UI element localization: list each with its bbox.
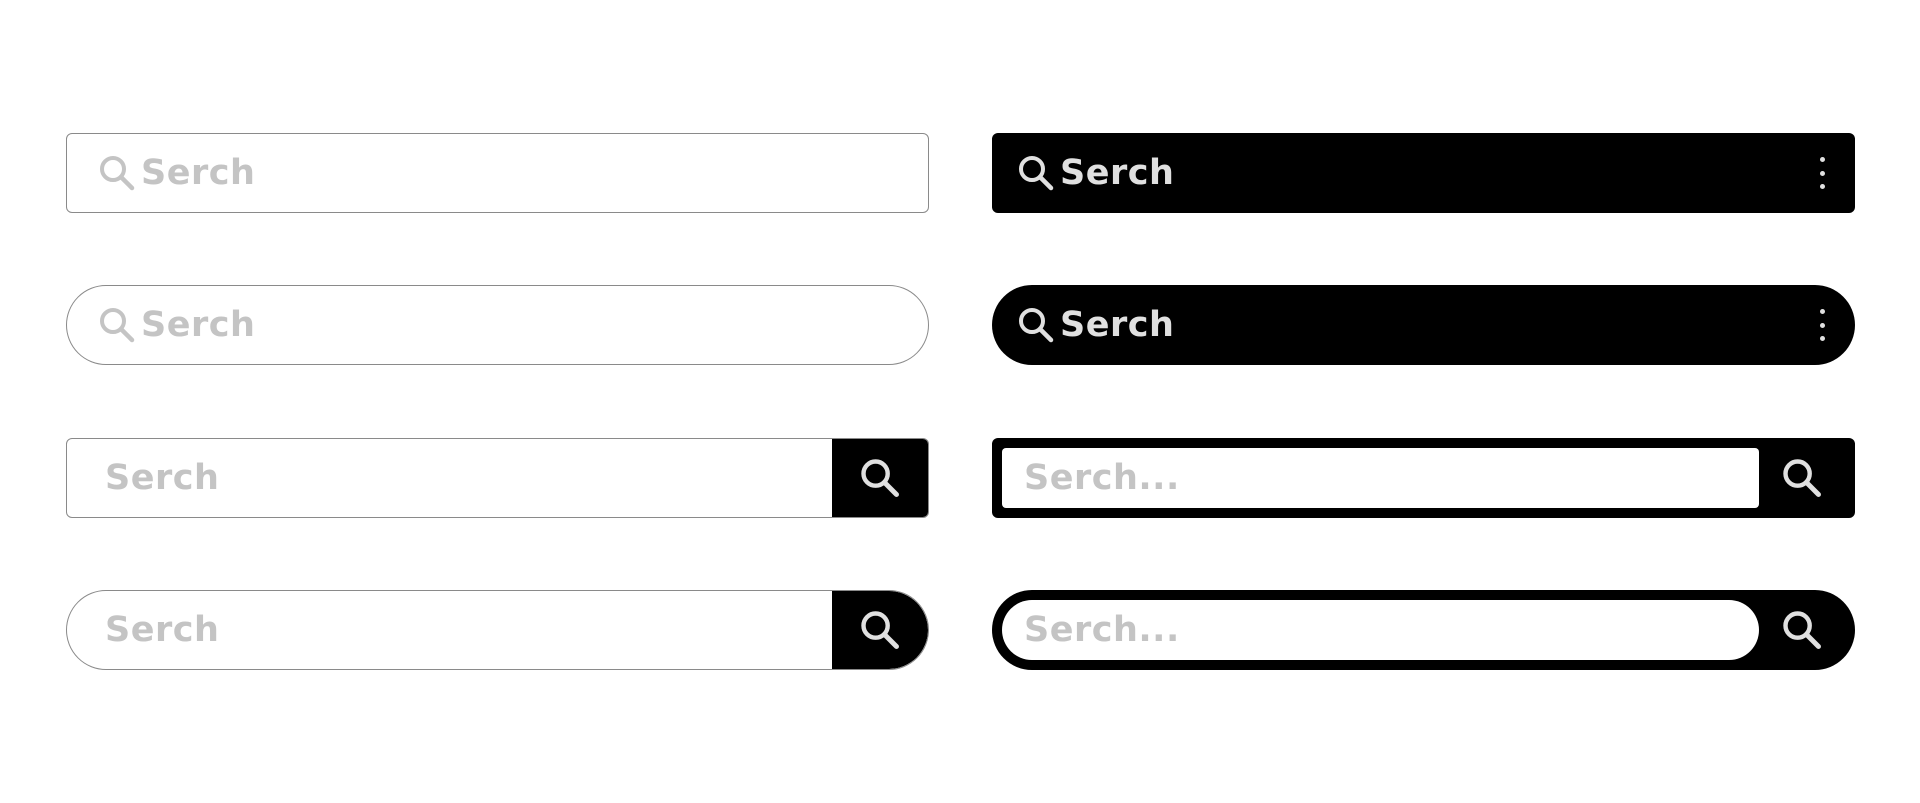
- search-placeholder: Serch: [105, 610, 220, 650]
- search-icon: [1783, 611, 1821, 649]
- search-icon: [1019, 156, 1054, 191]
- search-input[interactable]: Serch...: [1002, 448, 1759, 508]
- search-icon: [100, 156, 135, 191]
- search-input[interactable]: Serch: [67, 591, 832, 669]
- search-bar-collection: Serch Serch Serch Serch Serch Serch Serc…: [0, 0, 1920, 803]
- search-icon: [1019, 308, 1054, 343]
- search-icon: [861, 459, 899, 497]
- search-icon: [100, 308, 135, 343]
- search-placeholder: Serch: [1060, 305, 1175, 345]
- search-bar-outline-square-with-button: Serch: [66, 438, 929, 518]
- search-placeholder: Serch: [141, 305, 256, 345]
- kebab-menu-icon[interactable]: [1817, 153, 1827, 193]
- search-bar-outline-pill[interactable]: Serch: [66, 285, 929, 365]
- search-placeholder: Serch: [105, 458, 220, 498]
- search-bar-framed-square: Serch...: [992, 438, 1855, 518]
- search-placeholder: Serch: [1060, 153, 1175, 193]
- search-input[interactable]: Serch...: [1002, 600, 1759, 660]
- search-bar-framed-pill: Serch...: [992, 590, 1855, 670]
- search-button[interactable]: [832, 439, 928, 517]
- search-button[interactable]: [1759, 600, 1845, 660]
- search-bar-dark-pill[interactable]: Serch: [992, 285, 1855, 365]
- search-icon: [861, 611, 899, 649]
- search-bar-outline-pill-with-button: Serch: [66, 590, 929, 670]
- search-input[interactable]: Serch: [67, 439, 832, 517]
- search-button[interactable]: [832, 591, 928, 669]
- search-placeholder: Serch...: [1024, 458, 1180, 498]
- search-bar-dark-square[interactable]: Serch: [992, 133, 1855, 213]
- search-button[interactable]: [1759, 448, 1845, 508]
- search-placeholder: Serch: [141, 153, 256, 193]
- search-icon: [1783, 459, 1821, 497]
- kebab-menu-icon[interactable]: [1817, 305, 1827, 345]
- search-placeholder: Serch...: [1024, 610, 1180, 650]
- search-bar-outline-square[interactable]: Serch: [66, 133, 929, 213]
